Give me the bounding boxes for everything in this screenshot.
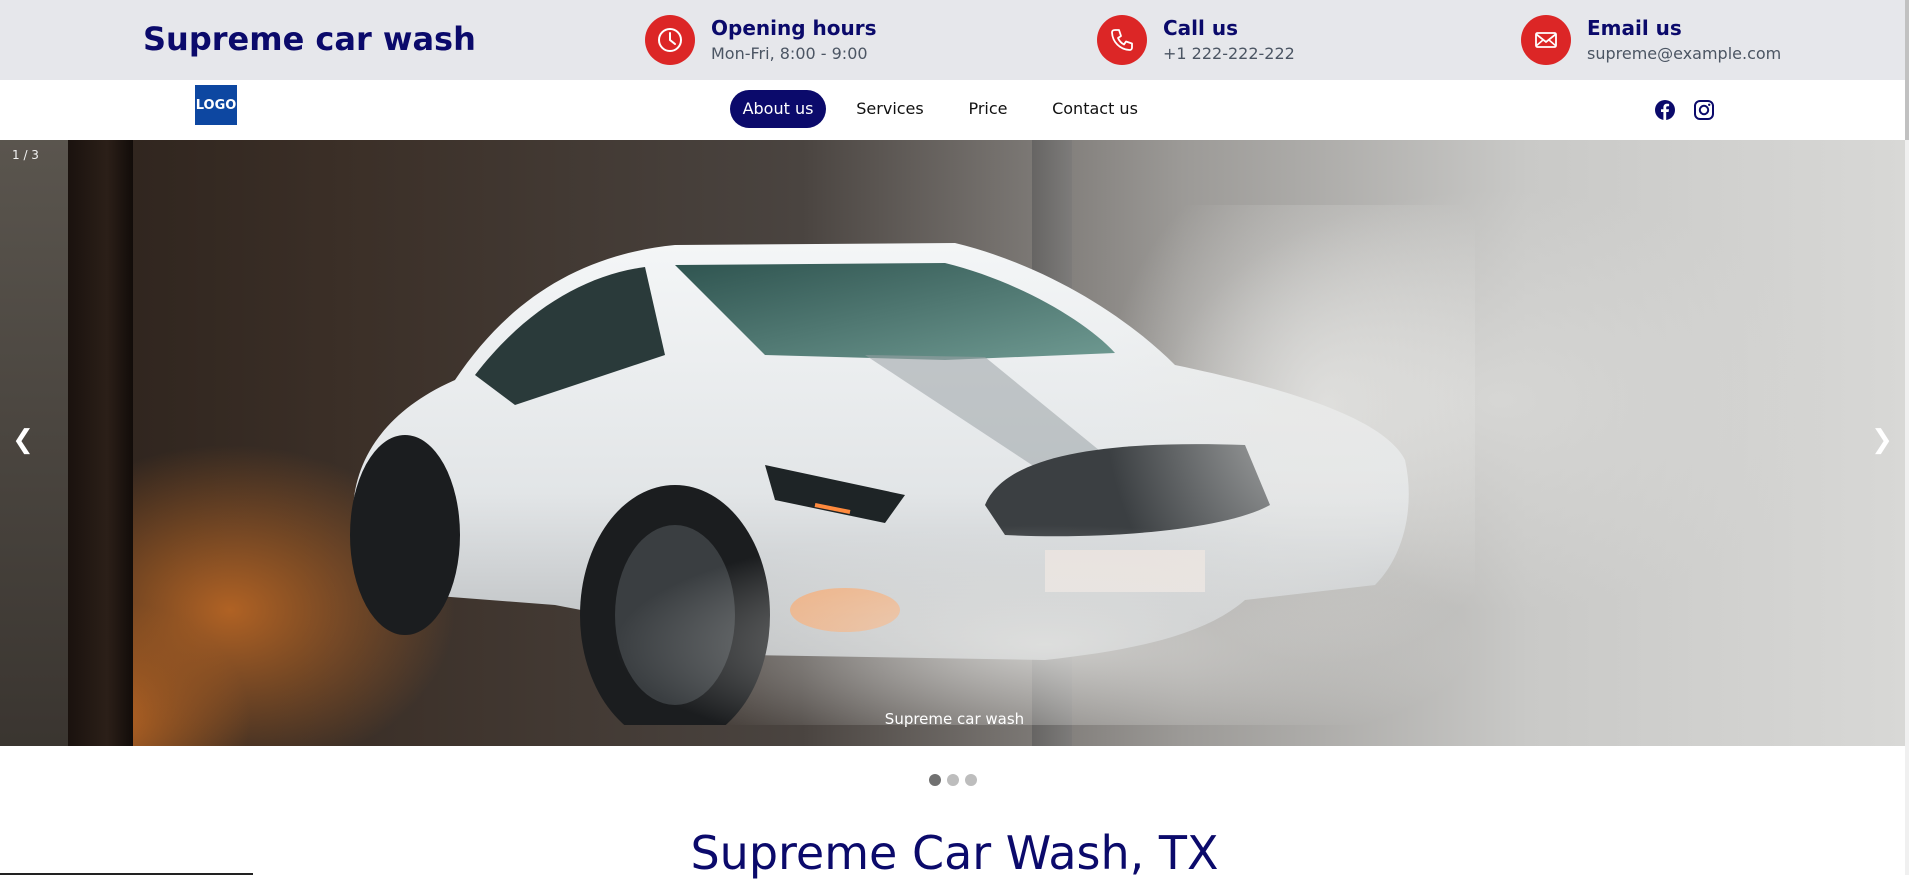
phone-number[interactable]: +1 222-222-222 <box>1163 44 1295 63</box>
instagram-icon[interactable] <box>1692 98 1716 122</box>
logo[interactable]: LOGO <box>195 85 237 125</box>
carousel-dot-1[interactable] <box>929 774 941 786</box>
hero-carousel[interactable]: 1 / 3 ❮ ❯ Supreme car wash <box>0 140 1909 746</box>
nav-contact-us[interactable]: Contact us <box>1050 90 1140 128</box>
email-address[interactable]: supreme@example.com <box>1587 44 1781 63</box>
carousel-dot-3[interactable] <box>965 774 977 786</box>
opening-hours-value: Mon-Fri, 8:00 - 9:00 <box>711 44 868 63</box>
opening-hours-title: Opening hours <box>711 16 877 40</box>
carousel-next-button[interactable]: ❯ <box>1867 425 1897 455</box>
slide-counter: 1 / 3 <box>12 148 39 162</box>
brand-name[interactable]: Supreme car wash <box>143 20 476 58</box>
hero-image-pillar <box>68 140 133 746</box>
main-navbar: LOGO About us Services Price Contact us <box>0 80 1909 140</box>
nav-price[interactable]: Price <box>962 90 1014 128</box>
carousel-prev-button[interactable]: ❮ <box>8 425 38 455</box>
nav-services[interactable]: Services <box>852 90 928 128</box>
mail-icon <box>1521 15 1571 65</box>
scrollbar-thumb[interactable] <box>1905 0 1909 140</box>
clock-icon <box>645 15 695 65</box>
phone-icon <box>1097 15 1147 65</box>
slide-caption: Supreme car wash <box>884 710 1025 728</box>
page-scrollbar[interactable] <box>1905 0 1909 875</box>
call-us-title: Call us <box>1163 16 1238 40</box>
car-image <box>350 205 1475 725</box>
top-info-bar: Supreme car wash Opening hours Mon-Fri, … <box>0 0 1909 80</box>
carousel-indicators <box>929 774 977 786</box>
email-us-title: Email us <box>1587 16 1682 40</box>
facebook-icon[interactable] <box>1653 98 1677 122</box>
carousel-dot-2[interactable] <box>947 774 959 786</box>
page-heading: Supreme Car Wash, TX <box>690 826 1219 880</box>
nav-about-us[interactable]: About us <box>730 90 826 128</box>
